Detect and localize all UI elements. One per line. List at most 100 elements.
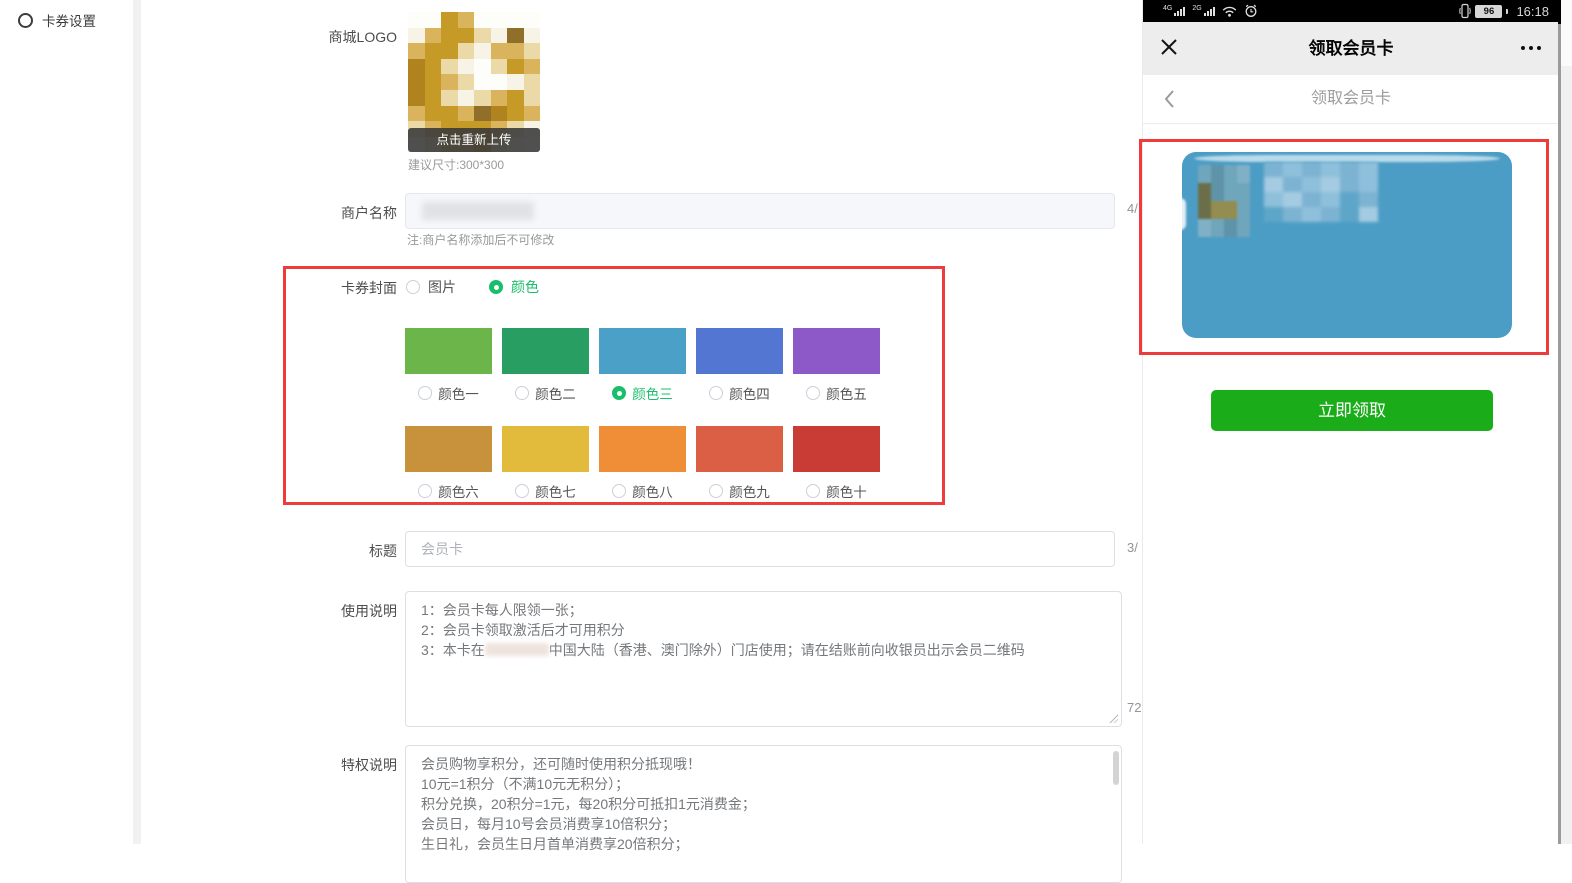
color-option[interactable]: 颜色二 bbox=[502, 328, 589, 403]
radio-icon[interactable] bbox=[806, 484, 820, 498]
mosaic-cell bbox=[491, 43, 508, 59]
mosaic-cell bbox=[474, 43, 491, 59]
radio-icon[interactable] bbox=[612, 386, 626, 400]
radio-icon[interactable] bbox=[406, 280, 420, 294]
merchant-char-counter: 4/ bbox=[1127, 201, 1138, 216]
mosaic-cell bbox=[1359, 207, 1378, 222]
color-option-label: 颜色八 bbox=[632, 481, 673, 501]
mosaic-cell bbox=[1321, 177, 1340, 192]
radio-icon[interactable] bbox=[515, 386, 529, 400]
mosaic-cell bbox=[524, 90, 541, 106]
mosaic-cell bbox=[425, 43, 442, 59]
usage-field-label: 使用说明 bbox=[300, 601, 397, 621]
mosaic-cell bbox=[474, 90, 491, 106]
color-swatch[interactable] bbox=[599, 328, 686, 374]
statusbar-time: 16:18 bbox=[1516, 4, 1549, 19]
mosaic-cell bbox=[474, 59, 491, 75]
more-menu-icon[interactable] bbox=[1521, 46, 1541, 50]
color-option[interactable]: 颜色七 bbox=[502, 426, 589, 501]
mosaic-cell bbox=[1302, 162, 1321, 177]
mosaic-cell bbox=[425, 12, 442, 28]
usage-textarea[interactable]: 1：会员卡每人限领一张；2：会员卡领取激活后才可用积分3：本卡在中国大陆（香港、… bbox=[405, 591, 1122, 727]
color-swatch[interactable] bbox=[599, 426, 686, 472]
cover-type-option[interactable]: 图片 bbox=[406, 277, 456, 297]
radio-icon[interactable] bbox=[709, 386, 723, 400]
mosaic-cell bbox=[441, 106, 458, 122]
color-swatch[interactable] bbox=[696, 328, 783, 374]
color-option[interactable]: 颜色十 bbox=[793, 426, 880, 501]
color-swatch[interactable] bbox=[502, 426, 589, 472]
mosaic-cell bbox=[408, 12, 425, 28]
color-radio-row: 颜色十 bbox=[793, 481, 880, 501]
reupload-button[interactable]: 点击重新上传 bbox=[408, 128, 540, 152]
radio-icon[interactable] bbox=[418, 386, 432, 400]
mosaic-cell bbox=[408, 43, 425, 59]
color-radio-row: 颜色四 bbox=[696, 383, 783, 403]
color-option[interactable]: 颜色四 bbox=[696, 328, 783, 403]
color-swatch[interactable] bbox=[502, 328, 589, 374]
cover-type-label: 颜色 bbox=[511, 277, 539, 297]
radio-icon[interactable] bbox=[418, 484, 432, 498]
title-field-label: 标题 bbox=[300, 541, 397, 561]
merchant-name-input[interactable] bbox=[405, 193, 1115, 229]
statusbar-right: 96 16:18 bbox=[1459, 0, 1549, 22]
merchant-name-redacted-value bbox=[422, 202, 534, 220]
sidebar-item-card-settings[interactable]: 卡券设置 bbox=[18, 10, 96, 30]
cover-type-option[interactable]: 颜色 bbox=[489, 277, 539, 297]
textarea-resize-handle[interactable] bbox=[1108, 713, 1118, 723]
mosaic-cell bbox=[1264, 177, 1283, 192]
vibrate-icon bbox=[1459, 3, 1471, 19]
member-card-preview bbox=[1182, 152, 1512, 338]
mosaic-cell bbox=[1237, 165, 1250, 183]
statusbar-left: 4G 2G bbox=[1163, 0, 1258, 22]
color-swatch[interactable] bbox=[405, 328, 492, 374]
color-option[interactable]: 颜色六 bbox=[405, 426, 492, 501]
mosaic-cell bbox=[1321, 207, 1340, 222]
mosaic-cell bbox=[441, 74, 458, 90]
mosaic-cell bbox=[524, 28, 541, 44]
mosaic-cell bbox=[507, 59, 524, 75]
mosaic-cell bbox=[425, 28, 442, 44]
radio-icon[interactable] bbox=[806, 386, 820, 400]
mosaic-cell bbox=[474, 28, 491, 44]
color-option[interactable]: 颜色三 bbox=[599, 328, 686, 403]
color-swatches: 颜色一 颜色二颜色三颜色四颜色五颜色六颜色七颜色八 颜色九 颜色十 bbox=[405, 328, 891, 524]
radio-icon[interactable] bbox=[709, 484, 723, 498]
color-swatch[interactable] bbox=[793, 426, 880, 472]
mosaic-cell bbox=[408, 28, 425, 44]
color-option-label: 颜色九 bbox=[729, 481, 770, 501]
color-option-label: 颜色一 bbox=[438, 383, 479, 403]
mosaic-cell bbox=[1340, 162, 1359, 177]
mosaic-cell bbox=[507, 106, 524, 122]
sidebar-item-label: 卡券设置 bbox=[42, 10, 96, 30]
mosaic-cell bbox=[1302, 177, 1321, 192]
color-option[interactable]: 颜色五 bbox=[793, 328, 880, 403]
privilege-line: 积分兑换，20积分=1元，每20积分可抵扣1元消费金； bbox=[421, 794, 1113, 814]
color-swatch[interactable] bbox=[405, 426, 492, 472]
mosaic-cell bbox=[1321, 162, 1340, 177]
mosaic-cell bbox=[1264, 162, 1283, 177]
radio-icon[interactable] bbox=[515, 484, 529, 498]
claim-now-button[interactable]: 立即领取 bbox=[1211, 390, 1493, 431]
mosaic-cell bbox=[1237, 201, 1250, 219]
phone-navbar: 领取会员卡 bbox=[1143, 22, 1559, 75]
mosaic-cell bbox=[524, 12, 541, 28]
textarea-scrollbar-thumb[interactable] bbox=[1113, 751, 1119, 785]
radio-icon[interactable] bbox=[489, 280, 503, 294]
color-option[interactable]: 颜色一 bbox=[405, 328, 492, 403]
color-radio-row: 颜色二 bbox=[502, 383, 589, 403]
battery-cap bbox=[1506, 9, 1508, 14]
privilege-textarea[interactable]: 会员购物享积分，还可随时使用积分抵现哦！10元=1积分（不满10元无积分）；积分… bbox=[405, 745, 1122, 883]
mosaic-cell bbox=[441, 28, 458, 44]
mosaic-cell bbox=[524, 59, 541, 75]
card-title-input[interactable]: 会员卡 bbox=[405, 531, 1115, 567]
color-swatch[interactable] bbox=[793, 328, 880, 374]
card-edge-highlight bbox=[1180, 198, 1186, 230]
background-window-sliver bbox=[1561, 0, 1572, 844]
logo-upload-preview[interactable]: 点击重新上传 bbox=[408, 12, 540, 152]
radio-icon[interactable] bbox=[612, 484, 626, 498]
color-option[interactable]: 颜色九 bbox=[696, 426, 783, 501]
color-option[interactable]: 颜色八 bbox=[599, 426, 686, 501]
phone-preview: 4G 2G bbox=[1142, 0, 1559, 844]
color-swatch[interactable] bbox=[696, 426, 783, 472]
